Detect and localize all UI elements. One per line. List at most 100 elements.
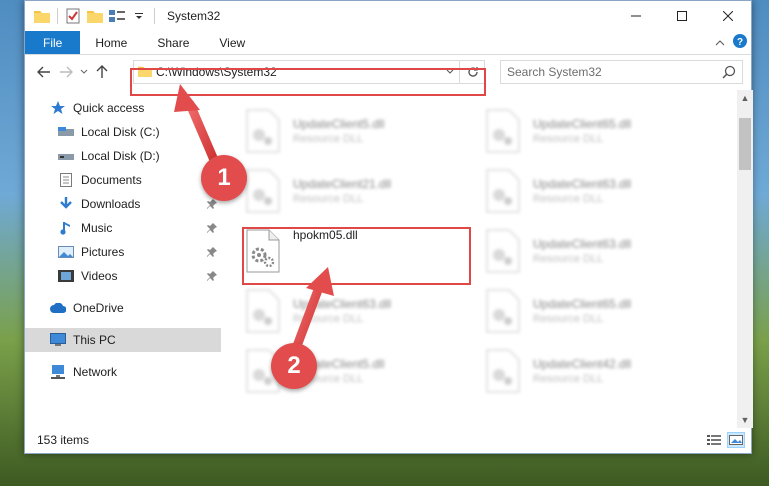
cloud-icon bbox=[49, 299, 67, 317]
dll-file-icon bbox=[485, 349, 521, 393]
recent-locations-button[interactable] bbox=[77, 61, 91, 83]
maximize-button[interactable] bbox=[659, 1, 705, 31]
dll-file-icon bbox=[485, 109, 521, 153]
sidebar-item-documents[interactable]: Documents bbox=[25, 168, 221, 192]
sidebar-item-label: Documents bbox=[81, 173, 142, 187]
star-icon bbox=[49, 99, 67, 117]
navigation-pane: Quick access Local Disk (C:) Local Disk … bbox=[25, 90, 221, 428]
drive-icon bbox=[57, 147, 75, 165]
expand-ribbon-icon[interactable] bbox=[715, 36, 725, 50]
up-button[interactable] bbox=[91, 61, 113, 83]
new-folder-icon[interactable] bbox=[86, 7, 104, 25]
scroll-thumb[interactable] bbox=[739, 118, 751, 170]
file-item[interactable]: UpdateClient42.dll Resource DLL bbox=[485, 346, 705, 396]
document-icon bbox=[57, 171, 75, 189]
network-icon bbox=[49, 363, 67, 381]
file-name: UpdateClient42.dll bbox=[533, 357, 632, 371]
step-badge-2: 2 bbox=[271, 343, 317, 389]
pin-icon[interactable] bbox=[207, 246, 217, 260]
properties-icon[interactable] bbox=[64, 7, 82, 25]
tab-file[interactable]: File bbox=[25, 31, 81, 54]
download-icon bbox=[57, 195, 75, 213]
forward-button[interactable] bbox=[55, 61, 77, 83]
sidebar-item-pictures[interactable]: Pictures bbox=[25, 240, 221, 264]
pin-icon[interactable] bbox=[207, 198, 217, 212]
scroll-up-icon[interactable]: ▲ bbox=[737, 90, 753, 106]
pin-icon[interactable] bbox=[207, 222, 217, 236]
pin-icon[interactable] bbox=[207, 270, 217, 284]
sidebar-item-label: Downloads bbox=[81, 197, 141, 211]
sidebar-item-local-disk-c[interactable]: Local Disk (C:) bbox=[25, 120, 221, 144]
sidebar-item-label: Videos bbox=[81, 269, 118, 283]
sidebar-item-label: OneDrive bbox=[73, 301, 124, 315]
customize-toolbar-icon[interactable] bbox=[130, 7, 148, 25]
dll-file-icon bbox=[245, 289, 281, 333]
file-highlight bbox=[242, 227, 471, 285]
window-title: System32 bbox=[167, 9, 221, 23]
sidebar-item-music[interactable]: Music bbox=[25, 216, 221, 240]
sidebar-item-downloads[interactable]: Downloads bbox=[25, 192, 221, 216]
view-options-icon[interactable] bbox=[108, 7, 126, 25]
sidebar-item-label: Local Disk (C:) bbox=[81, 125, 160, 139]
file-type: Resource DLL bbox=[533, 193, 604, 205]
dll-file-icon bbox=[485, 289, 521, 333]
computer-icon bbox=[49, 331, 67, 349]
address-bar-highlight bbox=[130, 68, 486, 96]
file-type: Resource DLL bbox=[293, 193, 364, 205]
quick-access-toolbar: System32 bbox=[25, 7, 220, 25]
file-type: Resource DLL bbox=[533, 373, 604, 385]
caption-buttons bbox=[613, 1, 751, 31]
file-item[interactable]: UpdateClient65.dll Resource DLL bbox=[485, 106, 705, 156]
large-icons-view-icon[interactable] bbox=[727, 432, 745, 448]
minimize-button[interactable] bbox=[613, 1, 659, 31]
file-item[interactable]: UpdateClient65.dll Resource DLL bbox=[485, 286, 705, 336]
sidebar-item-onedrive[interactable]: OneDrive bbox=[25, 296, 221, 320]
sidebar-item-label: Pictures bbox=[81, 245, 125, 259]
sidebar-item-network[interactable]: Network bbox=[25, 360, 221, 384]
search-box[interactable]: Search System32 bbox=[500, 60, 743, 84]
file-item[interactable]: UpdateClient63.dll Resource DLL bbox=[485, 166, 705, 216]
search-icon[interactable] bbox=[722, 65, 736, 82]
sidebar-item-videos[interactable]: Videos bbox=[25, 264, 221, 288]
file-item[interactable]: UpdateClient63.dll Resource DLL bbox=[485, 226, 705, 276]
tab-share[interactable]: Share bbox=[142, 31, 204, 54]
scroll-down-icon[interactable]: ▼ bbox=[737, 412, 753, 428]
file-name: UpdateClient5.dll bbox=[293, 117, 385, 131]
videos-icon bbox=[57, 267, 75, 285]
dll-file-icon bbox=[245, 169, 281, 213]
drive-icon bbox=[57, 123, 75, 141]
dll-file-icon bbox=[485, 229, 521, 273]
sidebar-item-quick-access[interactable]: Quick access bbox=[25, 96, 221, 120]
folder-icon bbox=[33, 7, 51, 25]
file-name: UpdateClient65.dll bbox=[533, 117, 632, 131]
item-count: 153 items bbox=[37, 433, 90, 447]
sidebar-item-label: Quick access bbox=[73, 101, 145, 115]
vertical-scrollbar[interactable]: ▲ ▼ bbox=[737, 90, 753, 428]
sidebar-item-label: Music bbox=[81, 221, 113, 235]
back-button[interactable] bbox=[33, 61, 55, 83]
file-item[interactable]: UpdateClient21.dll Resource DLL bbox=[245, 166, 465, 216]
file-name: UpdateClient63.dll bbox=[533, 237, 632, 251]
file-type: Resource DLL bbox=[533, 313, 604, 325]
ribbon-tabs: File Home Share View ? bbox=[25, 31, 751, 55]
file-item[interactable]: UpdateClient5.dll Resource DLL bbox=[245, 106, 465, 156]
sidebar-item-this-pc[interactable]: This PC bbox=[25, 328, 221, 352]
sidebar-item-label: This PC bbox=[73, 333, 116, 347]
file-item[interactable]: UpdateClient63.dll Resource DLL bbox=[245, 286, 465, 336]
tab-home[interactable]: Home bbox=[80, 31, 142, 54]
dll-file-icon bbox=[485, 169, 521, 213]
search-placeholder[interactable]: Search System32 bbox=[507, 65, 602, 79]
tab-view[interactable]: View bbox=[204, 31, 260, 54]
file-type: Resource DLL bbox=[533, 133, 604, 145]
file-name: UpdateClient65.dll bbox=[533, 297, 632, 311]
pictures-icon bbox=[57, 243, 75, 261]
file-name: UpdateClient21.dll bbox=[293, 177, 392, 191]
close-button[interactable] bbox=[705, 1, 751, 31]
step-badge-1: 1 bbox=[201, 155, 247, 201]
status-bar: 153 items bbox=[25, 427, 751, 453]
file-type: Resource DLL bbox=[293, 133, 364, 145]
details-view-icon[interactable] bbox=[705, 432, 723, 448]
sidebar-item-label: Network bbox=[73, 365, 118, 379]
help-icon[interactable]: ? bbox=[733, 34, 747, 51]
sidebar-item-local-disk-d[interactable]: Local Disk (D:) bbox=[25, 144, 221, 168]
